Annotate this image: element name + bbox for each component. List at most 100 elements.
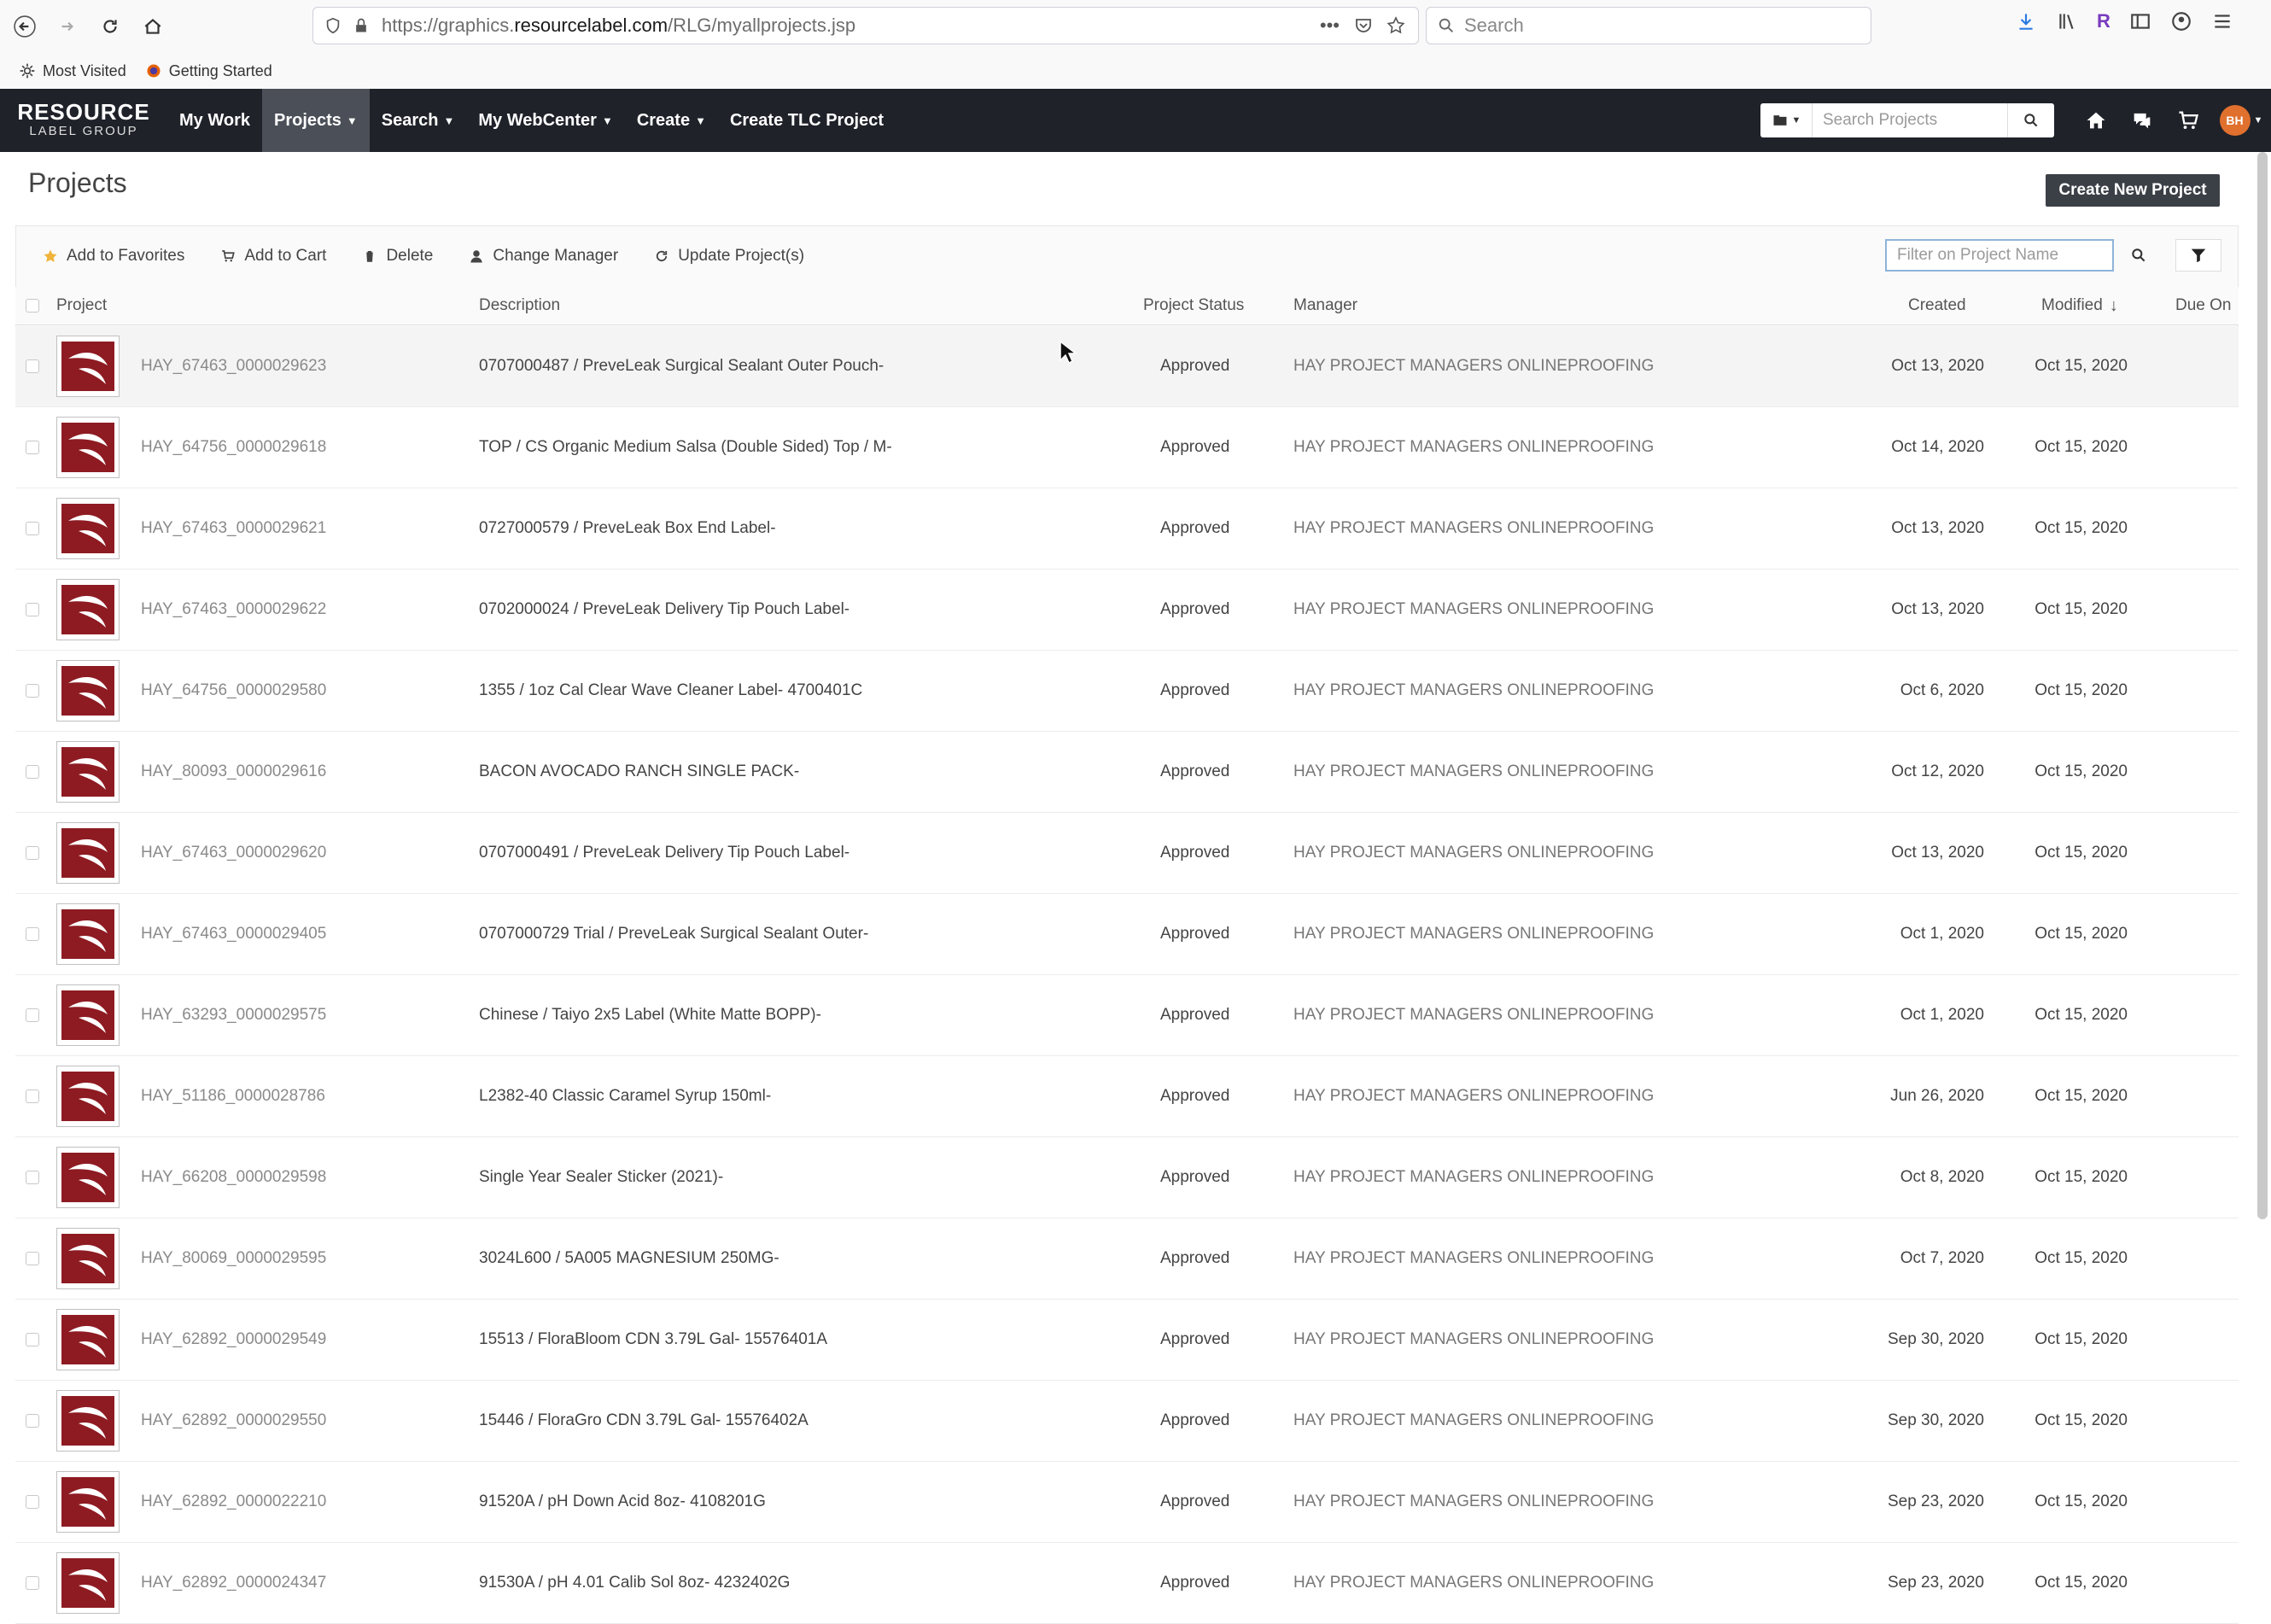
project-thumbnail[interactable] (56, 741, 120, 803)
table-row[interactable]: HAY_63293_0000029575 Chinese / Taiyo 2x5… (15, 975, 2239, 1056)
project-id-link[interactable]: HAY_62892_0000024347 (141, 1543, 326, 1623)
project-id-link[interactable]: HAY_64756_0000029580 (141, 651, 326, 731)
menu-icon[interactable] (2211, 10, 2233, 32)
url-bar[interactable]: https://graphics.resourcelabel.com/RLG/m… (312, 7, 1419, 44)
project-id-link[interactable]: HAY_51186_0000028786 (141, 1056, 325, 1136)
table-row[interactable]: HAY_62892_0000024347 91530A / pH 4.01 Ca… (15, 1543, 2239, 1624)
row-checkbox[interactable] (26, 1089, 39, 1103)
r-extension-icon[interactable]: R (2097, 10, 2110, 32)
table-row[interactable]: HAY_64756_0000029580 1355 / 1oz Cal Clea… (15, 651, 2239, 732)
create-new-project-button[interactable]: Create New Project (2046, 174, 2220, 207)
project-thumbnail[interactable] (56, 984, 120, 1046)
row-checkbox[interactable] (26, 1576, 39, 1590)
user-menu[interactable]: BH ▼ (2211, 89, 2271, 152)
nav-my-work[interactable]: My Work (167, 89, 262, 152)
account-icon[interactable] (2170, 10, 2192, 32)
project-id-link[interactable]: HAY_66208_0000029598 (141, 1137, 326, 1218)
cart-button[interactable] (2165, 89, 2211, 152)
page-scrollbar[interactable] (2257, 152, 2268, 1219)
project-thumbnail[interactable] (56, 579, 120, 640)
project-thumbnail[interactable] (56, 498, 120, 559)
table-row[interactable]: HAY_62892_0000029549 15513 / FloraBloom … (15, 1300, 2239, 1381)
row-checkbox[interactable] (26, 441, 39, 454)
table-row[interactable]: HAY_62892_0000022210 91520A / pH Down Ac… (15, 1462, 2239, 1543)
nav-create[interactable]: Create ▼ (625, 89, 718, 152)
column-project[interactable]: Project (56, 287, 107, 324)
checkbox[interactable] (26, 299, 39, 313)
table-row[interactable]: HAY_80069_0000029595 3024L600 / 5A005 MA… (15, 1218, 2239, 1300)
table-row[interactable]: HAY_67463_0000029623 0707000487 / PreveL… (15, 326, 2239, 407)
delete-button[interactable]: Delete (348, 239, 447, 273)
filter-project-name-input[interactable]: Filter on Project Name (1885, 239, 2114, 272)
row-checkbox[interactable] (26, 1414, 39, 1428)
project-thumbnail[interactable] (56, 660, 120, 721)
row-checkbox[interactable] (26, 603, 39, 616)
row-checkbox[interactable] (26, 1171, 39, 1184)
row-checkbox[interactable] (26, 1252, 39, 1265)
row-checkbox[interactable] (26, 684, 39, 698)
browser-search-field[interactable]: Search (1426, 7, 1871, 44)
reload-button[interactable] (92, 9, 128, 44)
row-checkbox[interactable] (26, 765, 39, 779)
company-logo[interactable]: RESOURCE LABEL GROUP (0, 89, 167, 152)
select-all-checkbox[interactable] (26, 287, 39, 324)
project-search-button[interactable] (2007, 103, 2054, 137)
project-id-link[interactable]: HAY_62892_0000029550 (141, 1381, 326, 1461)
nav-search[interactable]: Search ▼ (370, 89, 467, 152)
table-row[interactable]: HAY_51186_0000028786 L2382-40 Classic Ca… (15, 1056, 2239, 1137)
column-due-on[interactable]: Due On (2175, 287, 2231, 324)
project-id-link[interactable]: HAY_67463_0000029620 (141, 813, 326, 893)
add-to-favorites-button[interactable]: Add to Favorites (29, 239, 198, 273)
table-row[interactable]: HAY_62892_0000029550 15446 / FloraGro CD… (15, 1381, 2239, 1462)
nav-my-webcenter[interactable]: My WebCenter ▼ (466, 89, 624, 152)
project-id-link[interactable]: HAY_62892_0000029549 (141, 1300, 326, 1380)
pocket-icon[interactable] (1353, 15, 1374, 36)
table-row[interactable]: HAY_67463_0000029620 0707000491 / PreveL… (15, 813, 2239, 894)
page-actions-icon[interactable]: ••• (1320, 15, 1340, 37)
library-icon[interactable] (2056, 10, 2078, 32)
project-thumbnail[interactable] (56, 1228, 120, 1289)
project-thumbnail[interactable] (56, 1471, 120, 1533)
project-thumbnail[interactable] (56, 1147, 120, 1208)
change-manager-button[interactable]: Change Manager (455, 239, 632, 273)
bookmark-getting-started[interactable]: Getting Started (145, 62, 272, 80)
home-button[interactable] (135, 9, 171, 44)
column-description[interactable]: Description (479, 287, 560, 324)
column-modified[interactable]: Modified ↓ (2041, 287, 2118, 324)
project-search-input[interactable]: Search Projects (1813, 111, 2007, 130)
table-row[interactable]: HAY_67463_0000029622 0702000024 / PreveL… (15, 570, 2239, 651)
back-button[interactable] (7, 9, 43, 44)
row-checkbox[interactable] (26, 1008, 39, 1022)
filter-search-button[interactable] (2117, 239, 2160, 272)
project-id-link[interactable]: HAY_80093_0000029616 (141, 732, 326, 812)
column-manager[interactable]: Manager (1293, 287, 1357, 324)
nav-create-tlc-project[interactable]: Create TLC Project (718, 89, 896, 152)
project-id-link[interactable]: HAY_67463_0000029623 (141, 326, 326, 406)
table-row[interactable]: HAY_67463_0000029405 0707000729 Trial / … (15, 894, 2239, 975)
project-thumbnail[interactable] (56, 903, 120, 965)
table-row[interactable]: HAY_64756_0000029618 TOP / CS Organic Me… (15, 407, 2239, 488)
row-checkbox[interactable] (26, 846, 39, 860)
row-checkbox[interactable] (26, 359, 39, 373)
table-row[interactable]: HAY_66208_0000029598 Single Year Sealer … (15, 1137, 2239, 1218)
row-checkbox[interactable] (26, 927, 39, 941)
download-icon[interactable] (2015, 10, 2037, 32)
project-thumbnail[interactable] (56, 1066, 120, 1127)
column-project-status[interactable]: Project Status (1143, 287, 1244, 324)
advanced-filter-button[interactable] (2175, 239, 2221, 272)
project-thumbnail[interactable] (56, 1552, 120, 1614)
row-checkbox[interactable] (26, 1333, 39, 1347)
home-nav-button[interactable] (2073, 89, 2119, 152)
update-projects-button[interactable]: Update Project(s) (640, 239, 818, 273)
forward-button[interactable] (50, 9, 85, 44)
project-id-link[interactable]: HAY_63293_0000029575 (141, 975, 326, 1055)
project-thumbnail[interactable] (56, 417, 120, 478)
search-type-dropdown[interactable]: ▼ (1760, 103, 1813, 137)
messages-button[interactable] (2119, 89, 2165, 152)
bookmark-most-visited[interactable]: Most Visited (19, 62, 126, 80)
project-id-link[interactable]: HAY_67463_0000029405 (141, 894, 326, 974)
project-thumbnail[interactable] (56, 822, 120, 884)
table-row[interactable]: HAY_67463_0000029621 0727000579 / PreveL… (15, 488, 2239, 570)
row-checkbox[interactable] (26, 522, 39, 535)
star-icon[interactable] (1386, 15, 1406, 36)
